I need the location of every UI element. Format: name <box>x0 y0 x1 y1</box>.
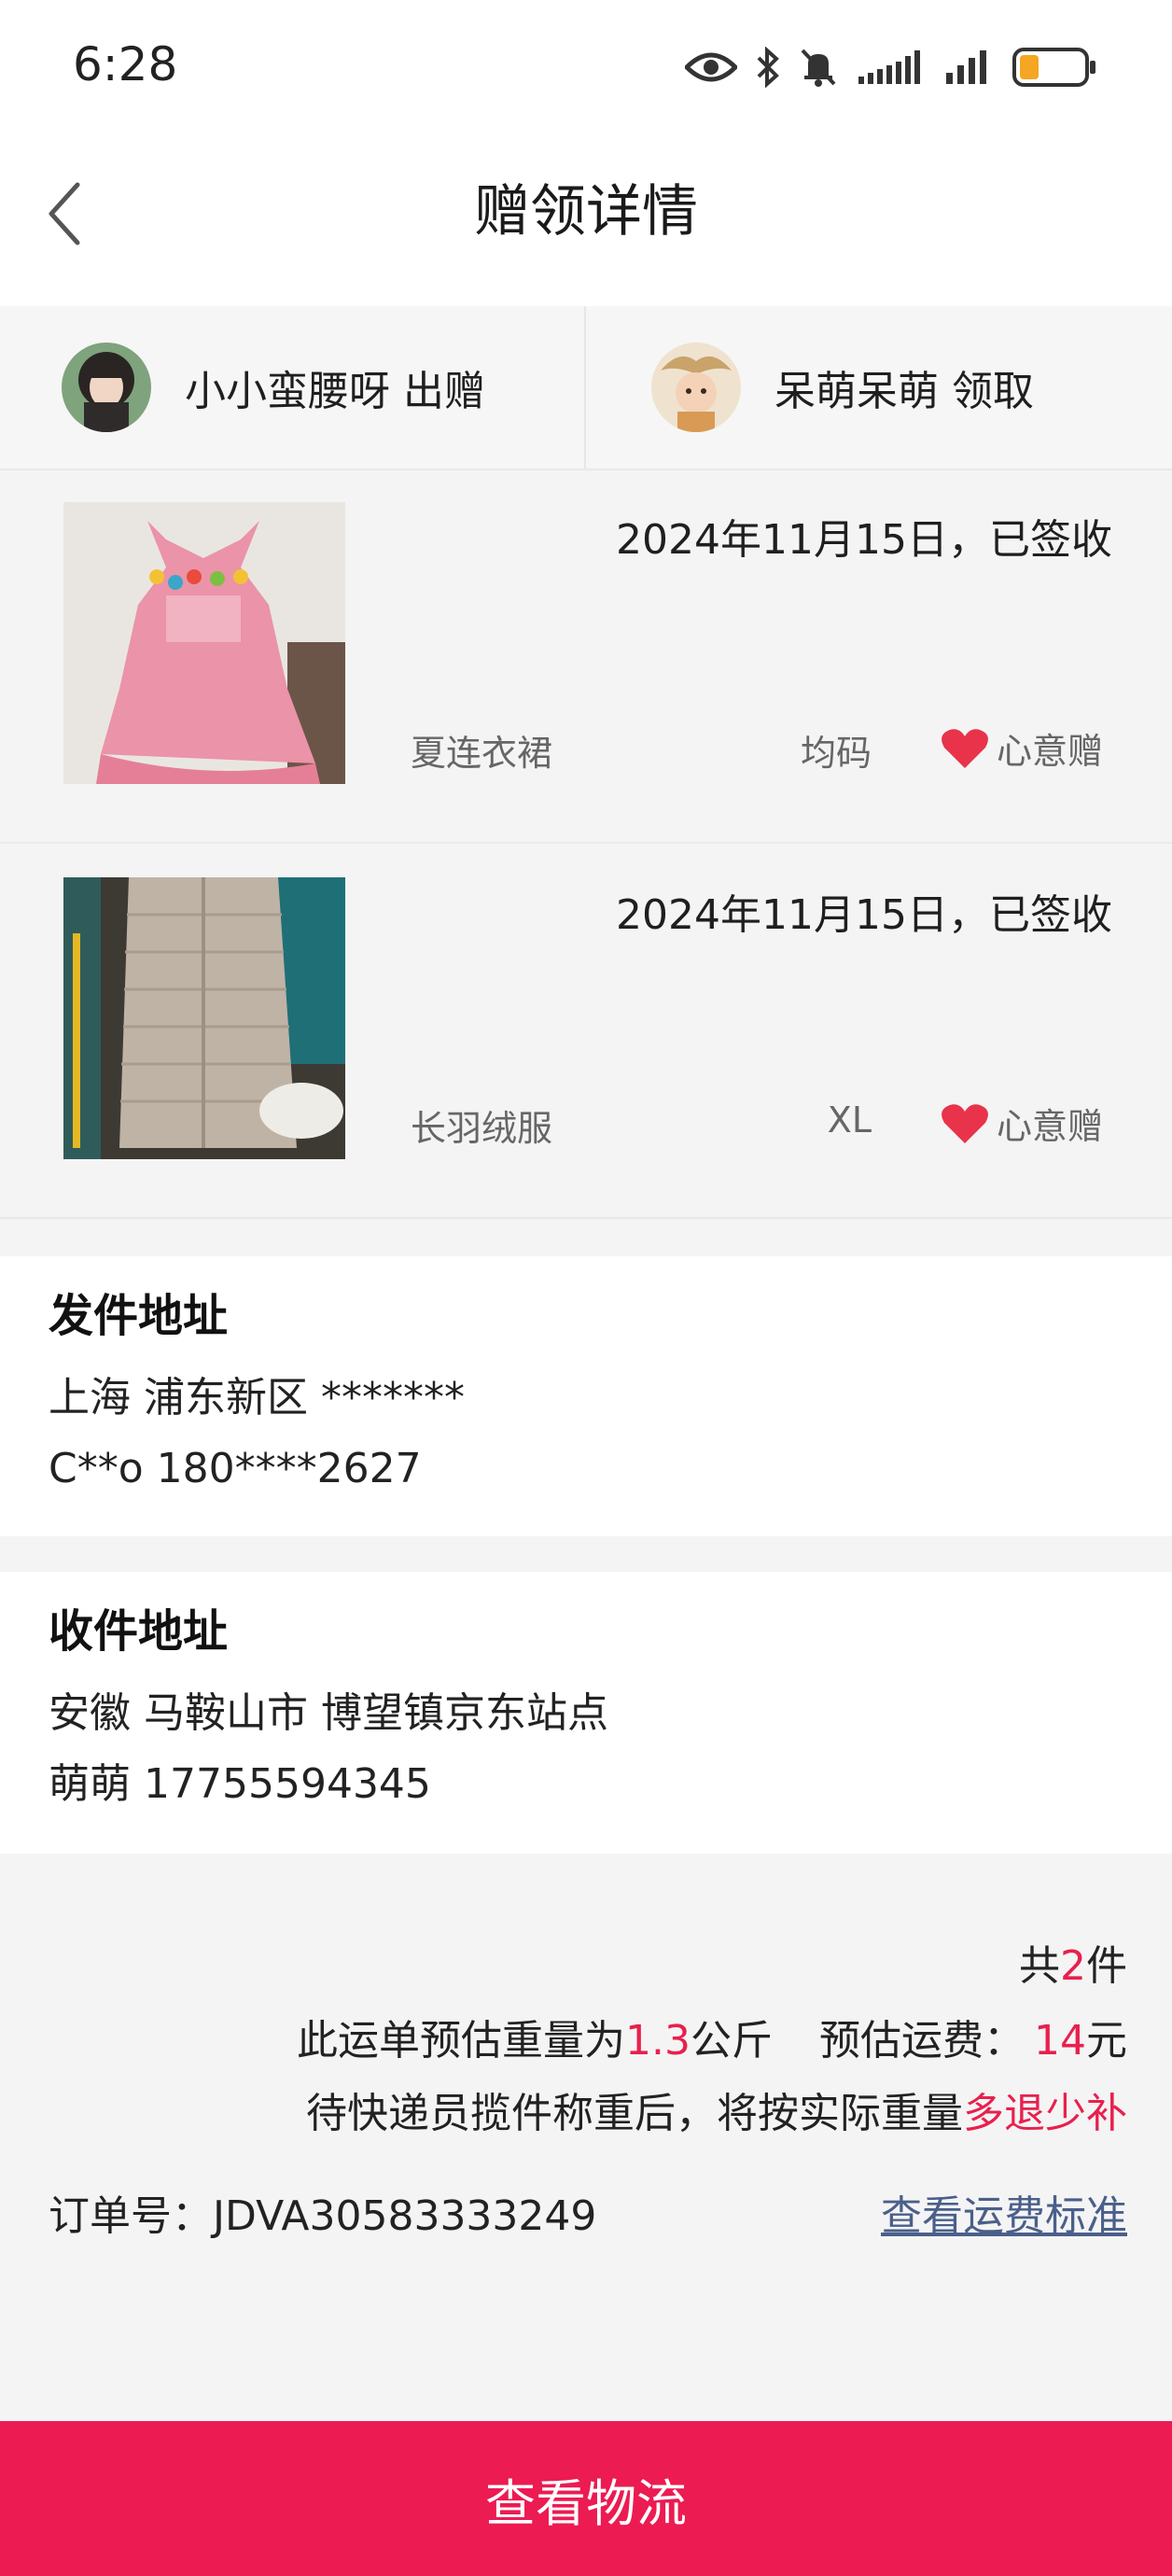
sender-title: 发件地址 <box>49 1290 229 1342</box>
receiver-address: 安徽 马鞍山市 博望镇京东站点 <box>49 1689 608 1737</box>
receiver-contact: 萌萌 17755594345 <box>49 1760 431 1808</box>
item-size: 均码 <box>800 733 872 774</box>
eye-icon <box>685 52 737 82</box>
battery-icon <box>1012 48 1095 87</box>
item-name: 夏连衣裙 <box>411 733 553 774</box>
item-date-status: 2024年11月15日，已签收 <box>616 891 1112 939</box>
view-logistics-button[interactable]: 查看物流 <box>0 2421 1172 2576</box>
status-icons <box>685 41 1097 93</box>
avatar[interactable] <box>62 343 151 432</box>
giver[interactable]: 小小蛮腰呀 出赠 <box>0 306 586 469</box>
gift-tag: 心意赠 <box>941 722 1103 774</box>
shipping-summary: 共2件 此运单预估重量为1.3公斤 预估运费： 14元 待快递员揽件称重后，将按实际… <box>0 1857 1172 2417</box>
list-item[interactable]: 2024年11月15日，已签收 夏连衣裙 均码 心意赠 <box>0 470 1172 844</box>
giver-name: 小小蛮腰呀 出赠 <box>185 368 485 415</box>
signal-icon <box>858 50 920 84</box>
gift-tag-label: 心意赠 <box>996 1106 1103 1147</box>
bluetooth-icon <box>757 47 779 88</box>
item-date-status: 2024年11月15日，已签收 <box>616 516 1112 564</box>
receiver-name: 呆萌呆萌 领取 <box>774 368 1034 415</box>
receiver-title: 收件地址 <box>49 1605 229 1658</box>
item-count: 共2件 <box>1019 1942 1127 1990</box>
signal-icon <box>946 50 986 84</box>
weight-fee-line: 此运单预估重量为1.3公斤 预估运费： 14元 <box>297 2017 1127 2065</box>
gift-tag-label: 心意赠 <box>996 731 1103 772</box>
status-bar: 6:28 <box>0 0 1172 131</box>
sender-contact: C**o 180****2627 <box>49 1445 422 1492</box>
item-name: 长羽绒服 <box>411 1108 553 1149</box>
item-photo[interactable] <box>63 877 345 1159</box>
receiver[interactable]: 呆萌呆萌 领取 <box>586 306 1172 469</box>
item-size: XL <box>827 1099 872 1141</box>
parties-row: 小小蛮腰呀 出赠 呆萌呆萌 领取 <box>0 306 1172 470</box>
sender-address: 上海 浦东新区 ******* <box>49 1374 465 1421</box>
order-number: 订单号：JDVA30583333249 <box>49 2192 597 2240</box>
header: 赠领详情 <box>0 131 1172 306</box>
heart-icon <box>942 1103 988 1143</box>
heart-icon <box>942 728 988 768</box>
status-time: 6:28 <box>73 37 178 91</box>
gift-tag: 心意赠 <box>941 1098 1103 1149</box>
sender-address-card: 发件地址 上海 浦东新区 ******* C**o 180****2627 <box>0 1256 1172 1536</box>
page-title: 赠领详情 <box>474 179 698 245</box>
avatar[interactable] <box>651 343 741 432</box>
fee-standard-link[interactable]: 查看运费标准 <box>881 2182 1127 2242</box>
item-photo[interactable] <box>63 502 345 784</box>
mute-icon <box>801 49 836 87</box>
weight-note: 待快递员揽件称重后，将按实际重量多退少补 <box>306 2090 1127 2137</box>
receiver-address-card: 收件地址 安徽 马鞍山市 博望镇京东站点 萌萌 17755594345 <box>0 1572 1172 1854</box>
list-item[interactable]: 2024年11月15日，已签收 长羽绒服 XL 心意赠 <box>0 846 1172 1219</box>
